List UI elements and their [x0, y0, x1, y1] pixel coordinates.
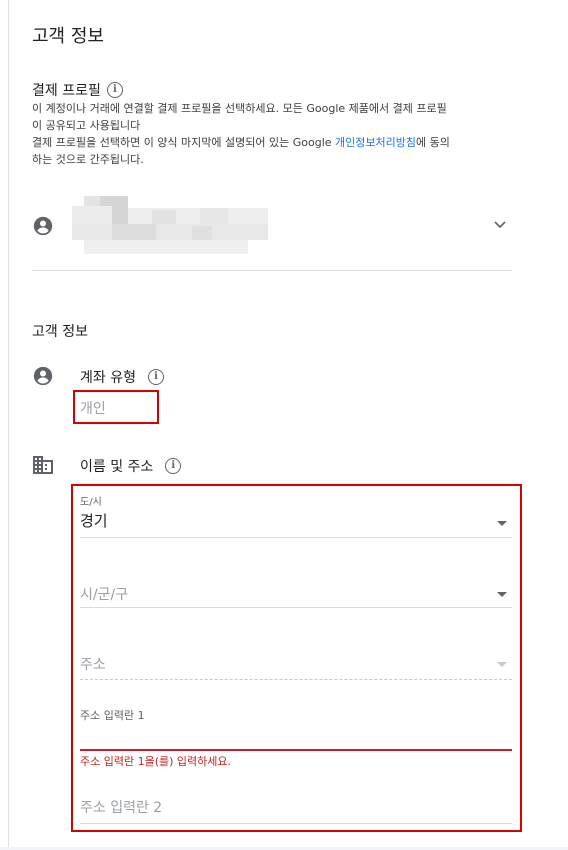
dropdown-arrow-icon[interactable]	[497, 592, 507, 597]
account-type-label: 계좌 유형	[80, 370, 136, 386]
description-line: 결제 프로필을 선택하면 이 양식 마지막에 설명되어 있는 Google 개인…	[32, 134, 512, 151]
description-line: 하는 것으로 간주됩니다.	[32, 153, 144, 166]
city-select-underline	[80, 607, 512, 608]
card-border	[8, 0, 9, 850]
chevron-down-icon[interactable]	[493, 220, 507, 230]
account-type-value: 개인	[80, 401, 106, 417]
address2-underline	[80, 823, 512, 824]
address1-underline	[80, 749, 512, 751]
redacted-profile-name[interactable]	[72, 196, 268, 254]
privacy-policy-link[interactable]: 개인정보처리방침	[335, 136, 416, 149]
account-type-label-row: 계좌 유형 i	[80, 367, 164, 387]
description-line: 이 공유되고 사용됩니다	[32, 119, 141, 132]
customer-info-heading: 고객 정보	[32, 324, 88, 340]
state-select-label: 도/시	[80, 497, 102, 508]
payment-profile-description: 이 계정이나 거래에 연결할 결제 프로필을 선택하세요. 모든 Google …	[32, 100, 512, 168]
description-line: 이 계정이나 거래에 연결할 결제 프로필을 선택하세요. 모든 Google …	[32, 102, 447, 115]
city-select[interactable]: 시/군/구	[80, 584, 128, 604]
dropdown-arrow-icon[interactable]	[497, 521, 507, 526]
address1-input[interactable]	[80, 722, 512, 748]
account-circle-icon	[33, 366, 53, 386]
info-icon[interactable]: i	[106, 82, 123, 98]
info-icon[interactable]: i	[147, 369, 164, 385]
account-circle-icon	[33, 216, 53, 236]
district-select-underline	[80, 679, 512, 680]
description-text: 결제 프로필을 선택하면 이 양식 마지막에 설명되어 있는 Google	[32, 136, 336, 149]
divider	[32, 270, 512, 271]
address1-label: 주소 입력란 1	[80, 709, 145, 722]
state-select[interactable]: 경기	[80, 510, 108, 531]
page-title: 고객 정보	[32, 26, 104, 47]
payment-profile-label: 결제 프로필	[32, 83, 101, 99]
description-text: 에 동의	[416, 136, 450, 149]
district-select[interactable]: 주소	[80, 654, 106, 674]
address2-input[interactable]: 주소 입력란 2	[80, 797, 162, 817]
address1-error-message: 주소 입력란 1을(를) 입력하세요.	[80, 755, 232, 768]
payment-profile-heading: 결제 프로필 i	[32, 80, 123, 100]
name-address-label: 이름 및 주소	[80, 459, 154, 475]
dropdown-arrow-icon	[497, 662, 507, 667]
state-select-underline	[80, 537, 512, 538]
name-address-label-row: 이름 및 주소 i	[80, 456, 182, 476]
info-icon[interactable]: i	[165, 458, 182, 474]
business-icon	[33, 456, 53, 474]
